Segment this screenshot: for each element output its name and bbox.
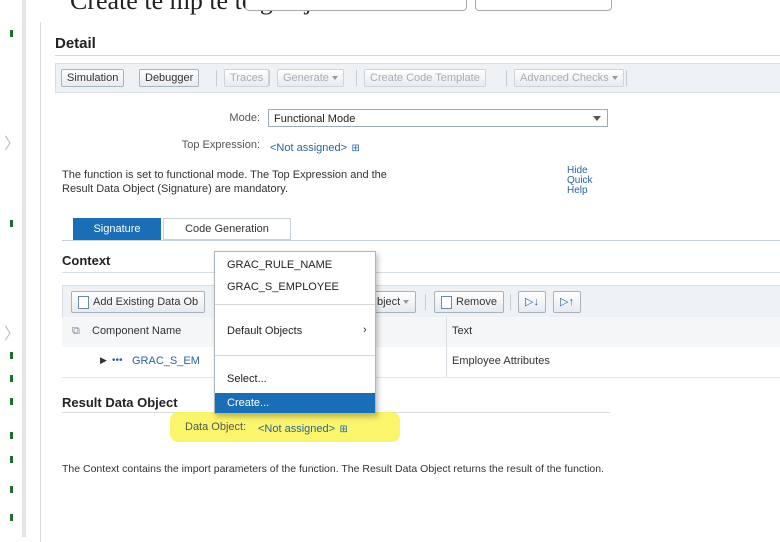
tab-signature[interactable]: Signature bbox=[73, 218, 161, 240]
document-icon bbox=[78, 295, 89, 309]
result-data-object-title: Result Data Object bbox=[62, 395, 178, 410]
menu-item-default-objects[interactable]: Default Objects bbox=[227, 325, 302, 337]
hide-quick-help-link[interactable]: Hide Quick Help bbox=[567, 166, 607, 196]
traces-button[interactable]: Traces bbox=[224, 69, 270, 87]
quick-help-line: Help bbox=[567, 185, 588, 196]
top-expression-label: Top Expression: bbox=[181, 139, 260, 151]
gutter-marker bbox=[10, 398, 13, 405]
document-remove-icon bbox=[441, 295, 452, 309]
table-row[interactable]: ▶ ••• GRAC_S_EM Employee Attributes bbox=[62, 347, 780, 378]
tab-underline bbox=[62, 240, 780, 241]
gutter-marker bbox=[10, 352, 13, 359]
chevron-down-icon bbox=[593, 116, 601, 121]
data-object-label: Data Object: bbox=[185, 421, 247, 433]
value-help-icon: ⊞ bbox=[351, 143, 360, 154]
menu-item-grac-s-employee[interactable]: GRAC_S_EMPLOYEE bbox=[227, 281, 339, 293]
toolbar-separator bbox=[506, 70, 507, 86]
gutter-marker bbox=[10, 432, 13, 439]
header-field-fragment bbox=[245, 0, 467, 11]
value-help-icon: ⊞ bbox=[339, 424, 348, 435]
toolbar-separator bbox=[425, 294, 426, 310]
component-text: Employee Attributes bbox=[452, 355, 550, 367]
column-header-component-name[interactable]: Component Name bbox=[92, 325, 181, 337]
toolbar-separator bbox=[356, 70, 357, 86]
sort-ascending-button[interactable]: ▷↓ bbox=[518, 291, 546, 313]
advanced-checks-button[interactable]: Advanced Checks bbox=[514, 69, 624, 87]
dropdown-arrow-icon bbox=[611, 76, 618, 81]
dropdown-arrow-icon bbox=[403, 300, 410, 305]
left-gutter bbox=[0, 0, 34, 537]
column-separator bbox=[446, 317, 447, 377]
object-dropdown-button[interactable]: bject bbox=[371, 291, 417, 313]
advanced-checks-label: Advanced Checks bbox=[520, 72, 609, 84]
toolbar-separator bbox=[510, 294, 511, 310]
gutter-marker bbox=[10, 220, 13, 227]
detail-toolbar: Simulation Debugger Traces Generate Crea… bbox=[55, 63, 780, 93]
top-expression-link[interactable]: <Not assigned> ⊞ bbox=[270, 138, 360, 156]
context-menu: GRAC_RULE_NAME GRAC_S_EMPLOYEE Default O… bbox=[214, 251, 376, 414]
menu-separator bbox=[215, 355, 375, 356]
gutter-marker bbox=[10, 514, 13, 521]
collapse-chevron-icon[interactable]: 〉 bbox=[4, 130, 20, 154]
divider bbox=[55, 55, 780, 56]
mode-info-text: The function is set to functional mode. … bbox=[62, 169, 387, 195]
toolbar-separator bbox=[626, 70, 627, 86]
menu-item-grac-rule-name[interactable]: GRAC_RULE_NAME bbox=[227, 259, 332, 271]
header-field-fragment-2 bbox=[475, 0, 612, 11]
generate-label: Generate bbox=[283, 72, 329, 84]
data-object-link[interactable]: <Not assigned> ⊞ bbox=[258, 419, 348, 437]
menu-separator bbox=[215, 304, 375, 305]
add-existing-label: Add Existing Data Ob bbox=[93, 296, 199, 308]
gutter-divider bbox=[22, 0, 26, 537]
component-name-link[interactable]: GRAC_S_EM bbox=[132, 355, 200, 367]
generate-button[interactable]: Generate bbox=[277, 69, 344, 87]
mode-value: Functional Mode bbox=[274, 113, 356, 125]
sort-descending-button[interactable]: ▷↑ bbox=[553, 291, 581, 313]
simulation-button[interactable]: Simulation bbox=[61, 69, 125, 87]
remove-button[interactable]: Remove bbox=[434, 291, 504, 313]
context-toolbar: Add Existing Data Ob bject Remove ▷↓ ▷↑ bbox=[62, 285, 780, 319]
context-table-header: ⧉ Component Name Text bbox=[62, 317, 780, 348]
object-dropdown-label: bject bbox=[377, 296, 401, 308]
menu-item-select[interactable]: Select... bbox=[227, 373, 267, 385]
dropdown-arrow-icon bbox=[331, 76, 338, 81]
column-header-text[interactable]: Text bbox=[452, 325, 472, 337]
detail-title: Detail bbox=[55, 35, 96, 52]
menu-item-create[interactable]: Create... bbox=[215, 393, 375, 413]
mode-select[interactable]: Functional Mode bbox=[268, 109, 608, 127]
gutter-marker bbox=[10, 375, 13, 382]
context-title: Context bbox=[62, 253, 111, 268]
collapse-chevron-icon[interactable]: 〉 bbox=[4, 320, 20, 344]
toolbar-separator bbox=[216, 70, 217, 86]
gutter-marker bbox=[10, 456, 13, 463]
add-existing-data-object-button[interactable]: Add Existing Data Ob bbox=[71, 291, 206, 313]
toolbar-separator bbox=[269, 70, 270, 86]
top-expression-value: <Not assigned> bbox=[270, 142, 348, 154]
tab-code-generation[interactable]: Code Generation bbox=[163, 218, 291, 240]
divider bbox=[62, 272, 780, 273]
data-object-value: <Not assigned> bbox=[258, 423, 336, 435]
remove-label: Remove bbox=[456, 296, 497, 308]
gutter-marker bbox=[10, 486, 13, 493]
select-all-icon[interactable]: ⧉ bbox=[72, 325, 80, 338]
create-code-template-button[interactable]: Create Code Template bbox=[364, 69, 486, 87]
mode-label: Mode: bbox=[229, 112, 260, 124]
debugger-button[interactable]: Debugger bbox=[139, 69, 200, 87]
submenu-arrow-icon: › bbox=[363, 324, 367, 336]
gutter-marker bbox=[10, 30, 13, 37]
expand-triangle-icon[interactable]: ▶ bbox=[100, 355, 107, 366]
structure-icon: ••• bbox=[112, 355, 123, 366]
context-help-text: The Context contains the import paramete… bbox=[62, 463, 605, 475]
